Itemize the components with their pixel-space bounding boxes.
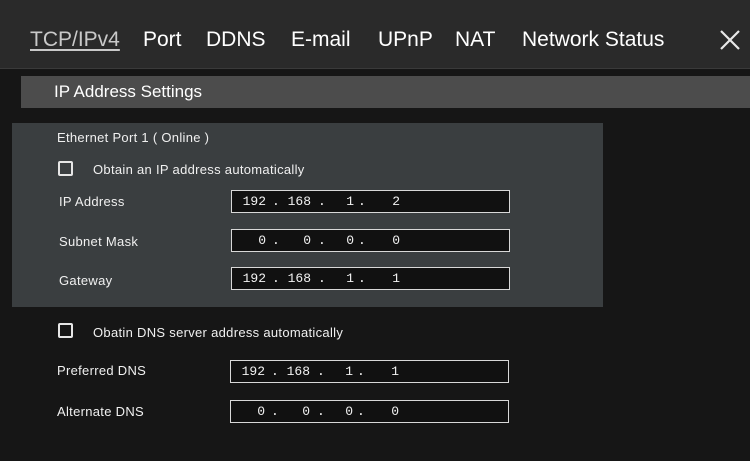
tab-port[interactable]: Port bbox=[143, 28, 182, 52]
gateway-input[interactable]: 192 . 168 . 1 . 1 bbox=[231, 267, 510, 290]
alternate-dns-octet-1: 0 bbox=[257, 404, 265, 419]
ip-address-octet-1: 192 bbox=[242, 194, 266, 209]
section-title: IP Address Settings bbox=[54, 82, 203, 101]
gateway-label: Gateway bbox=[59, 273, 113, 288]
tab-nat[interactable]: NAT bbox=[455, 28, 495, 52]
ethernet-port-label: Ethernet Port 1 ( Online ) bbox=[57, 130, 210, 145]
gateway-octet-2: 168 bbox=[287, 271, 311, 286]
ip-address-label: IP Address bbox=[59, 194, 125, 209]
ethernet-port-panel: Ethernet Port 1 ( Online ) Obtain an IP … bbox=[12, 123, 603, 307]
subnet-mask-octet-3: 0 bbox=[346, 233, 354, 248]
octet-separator: . bbox=[358, 271, 366, 286]
tab-upnp[interactable]: UPnP bbox=[378, 28, 433, 52]
alternate-dns-input[interactable]: 0 . 0 . 0 . 0 bbox=[230, 400, 509, 423]
tab-bar: TCP/IPv4 Port DDNS E-mail UPnP NAT Netwo… bbox=[0, 0, 750, 69]
gateway-octet-3: 1 bbox=[346, 271, 354, 286]
ip-address-octet-2: 168 bbox=[287, 194, 311, 209]
octet-separator: . bbox=[358, 233, 366, 248]
alternate-dns-label: Alternate DNS bbox=[57, 404, 144, 419]
alternate-dns-octet-3: 0 bbox=[345, 404, 353, 419]
preferred-dns-octet-2: 168 bbox=[286, 364, 310, 379]
section-header: IP Address Settings bbox=[21, 76, 750, 108]
tab-network-status[interactable]: Network Status bbox=[522, 28, 664, 52]
subnet-mask-input[interactable]: 0 . 0 . 0 . 0 bbox=[231, 229, 510, 252]
ip-address-input[interactable]: 192 . 168 . 1 . 2 bbox=[231, 190, 510, 213]
tab-tcp-ipv4[interactable]: TCP/IPv4 bbox=[30, 28, 120, 52]
preferred-dns-octet-4: 1 bbox=[391, 364, 399, 379]
auto-dns-checkbox[interactable] bbox=[58, 323, 73, 338]
alternate-dns-octet-2: 0 bbox=[302, 404, 310, 419]
tab-ddns[interactable]: DDNS bbox=[206, 28, 266, 52]
auto-ip-checkbox[interactable] bbox=[58, 161, 73, 176]
preferred-dns-label: Preferred DNS bbox=[57, 363, 147, 378]
ip-address-octet-4: 2 bbox=[392, 194, 400, 209]
octet-separator: . bbox=[358, 194, 366, 209]
gateway-octet-1: 192 bbox=[242, 271, 266, 286]
preferred-dns-octet-1: 192 bbox=[241, 364, 265, 379]
preferred-dns-input[interactable]: 192 . 168 . 1 . 1 bbox=[230, 360, 509, 383]
octet-separator: . bbox=[357, 364, 365, 379]
preferred-dns-octet-3: 1 bbox=[345, 364, 353, 379]
alternate-dns-octet-4: 0 bbox=[391, 404, 399, 419]
subnet-mask-octet-4: 0 bbox=[392, 233, 400, 248]
close-icon[interactable] bbox=[716, 26, 744, 54]
subnet-mask-octet-2: 0 bbox=[303, 233, 311, 248]
octet-separator: . bbox=[357, 404, 365, 419]
auto-ip-label: Obtain an IP address automatically bbox=[93, 162, 305, 177]
ip-address-octet-3: 1 bbox=[346, 194, 354, 209]
auto-dns-label: Obatin DNS server address automatically bbox=[93, 325, 344, 340]
tab-email[interactable]: E-mail bbox=[291, 28, 351, 52]
subnet-mask-label: Subnet Mask bbox=[59, 234, 139, 249]
gateway-octet-4: 1 bbox=[392, 271, 400, 286]
network-settings-window: TCP/IPv4 Port DDNS E-mail UPnP NAT Netwo… bbox=[0, 0, 750, 461]
subnet-mask-octet-1: 0 bbox=[258, 233, 266, 248]
